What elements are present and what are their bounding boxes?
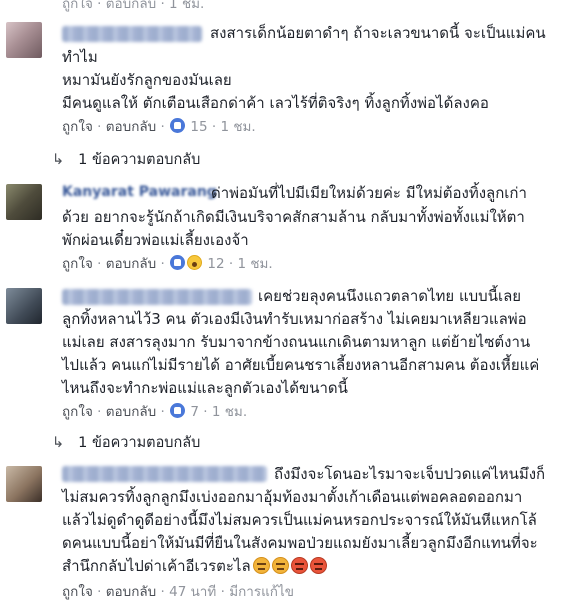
like-reaction-icon[interactable] bbox=[170, 403, 186, 418]
comment-text-line: ด้วย อยากจะรู้นักถ้าเกิดมีเงินบริจาคสักส… bbox=[62, 208, 525, 226]
comment-time[interactable]: 1 ชม. bbox=[212, 404, 247, 420]
comment-text-line: แล้วไม่ดูดำดูดีอย่างนี้มึงไม่สมควรเป็นแม… bbox=[62, 511, 537, 529]
angry-face-emoji-icon bbox=[252, 557, 270, 574]
like-link[interactable]: ถูกใจ bbox=[62, 119, 93, 135]
avatar[interactable] bbox=[6, 288, 42, 324]
angry-face-emoji-icon bbox=[271, 557, 289, 574]
comment-text-line: ลูกทิ้งหลานไว้3 คน ตัวเองมีเงินทำรับเหมา… bbox=[62, 310, 527, 328]
like-link[interactable]: ถูกใจ bbox=[62, 256, 93, 272]
reply-link[interactable]: ตอบกลับ bbox=[106, 584, 156, 600]
like-reaction-icon[interactable] bbox=[170, 255, 186, 270]
comment-time[interactable]: 1 ชม. bbox=[237, 256, 272, 272]
like-reaction-icon[interactable] bbox=[170, 118, 186, 133]
reply-arrow-icon: ↳ bbox=[52, 435, 65, 451]
comment-text-line-last: สำนึกกลับไปด่าเค้าอีเวรตะไล bbox=[62, 556, 327, 577]
comment-text-line: ไหนถึงจะทำกะพ่อแม่และลูกตัวเองได้ขนาดนี้ bbox=[62, 379, 348, 397]
comment-text-line: ไปแล้ว คนแก่ไม่มีรายได้ อาศัยเบี้ยคนชราเ… bbox=[62, 356, 540, 374]
comment-text-line: ถึงมึงจะโดนอะไรมาจะเจ็บปวดแค่ไหนมึงก็ bbox=[274, 465, 546, 483]
author-name-blurred[interactable] bbox=[62, 26, 202, 42]
reply-arrow-icon: ↳ bbox=[52, 152, 65, 168]
avatar[interactable] bbox=[6, 22, 42, 58]
author-name[interactable]: Kanyarat Pawarang bbox=[62, 184, 217, 200]
comment-text-line: เคยช่วยลุงคนนึงแถวตลาดไทย แบบนี้เลย bbox=[258, 287, 522, 305]
comment-text-line: ด่าพ่อมันที่ไปมีเมียใหม่ด้วยค่ะ มีใหม่ต้… bbox=[211, 184, 527, 202]
reaction-count[interactable]: 7 bbox=[190, 404, 199, 420]
comment-text-line: ทำไม bbox=[62, 48, 98, 66]
comment-text-line: ดคนแบบนี้อย่าให้มันมีที่ยืนในสังคมพอป่วย… bbox=[62, 534, 538, 552]
view-replies-link[interactable]: ↳ 1 ข้อความตอบกลับ bbox=[52, 148, 200, 171]
comment-text-line: สำนึกกลับไปด่าเค้าอีเวรตะไล bbox=[62, 557, 251, 575]
author-name-blurred[interactable] bbox=[62, 289, 252, 305]
reaction-count[interactable]: 15 bbox=[190, 119, 207, 135]
comment-actions: ถูกใจ · ตอบกลับ · 7 · 1 ชม. bbox=[62, 403, 248, 420]
like-link[interactable]: ถูกใจ bbox=[62, 404, 93, 420]
view-replies-link[interactable]: ↳ 1 ข้อความตอบกลับ bbox=[52, 431, 200, 454]
comment-time[interactable]: 47 นาที bbox=[169, 584, 216, 600]
reply-link[interactable]: ตอบกลับ bbox=[106, 404, 156, 420]
comment-actions: ถูกใจ · ตอบกลับ · 12 · 1 ชม. bbox=[62, 255, 273, 272]
replies-count-label[interactable]: 1 ข้อความตอบกลับ bbox=[78, 152, 200, 168]
like-link[interactable]: ถูกใจ bbox=[62, 584, 93, 600]
clipped-actions-row: ถูกใจ · ตอบกลับ · 1 ชม. bbox=[62, 0, 205, 12]
pouting-face-emoji-icon bbox=[309, 557, 327, 574]
edited-label[interactable]: มีการแก้ไข bbox=[229, 584, 294, 600]
wow-reaction-icon[interactable] bbox=[187, 255, 203, 270]
comment-text-line: พักผ่อนเดี๋ยวพ่อแม่เลี้ยงเองจ้า bbox=[62, 231, 249, 249]
avatar[interactable] bbox=[6, 184, 42, 220]
comment-text-line: ไม่สมควรทิ้งลูกลูกมึงเบ่งออกมาอุ้มท้องมา… bbox=[62, 488, 523, 506]
comment-text-line: แม่เลย สงสารลุงมาก รับมาจากข้างถนนแกเดิน… bbox=[62, 333, 531, 351]
author-name-blurred[interactable] bbox=[62, 466, 267, 482]
comment-actions: ถูกใจ · ตอบกลับ · 15 · 1 ชม. bbox=[62, 118, 256, 135]
comment-text-line: มีคนดูแลให้ ตักเตือนเสือกด่าค้า เลวไร้ที… bbox=[62, 94, 489, 112]
avatar[interactable] bbox=[6, 466, 42, 502]
comment-text-line: หมามันยังรักลูกของมันเลย bbox=[62, 71, 232, 89]
reply-link[interactable]: ตอบกลับ bbox=[106, 119, 156, 135]
reply-link[interactable]: ตอบกลับ bbox=[106, 256, 156, 272]
comment-text-line: สงสารเด็กน้อยตาดำๆ ถ้าจะเลวขนาดนี้ จะเป็… bbox=[210, 24, 546, 42]
comment-time[interactable]: 1 ชม. bbox=[220, 119, 255, 135]
pouting-face-emoji-icon bbox=[290, 557, 308, 574]
reaction-count[interactable]: 12 bbox=[207, 256, 224, 272]
replies-count-label[interactable]: 1 ข้อความตอบกลับ bbox=[78, 435, 200, 451]
comment-actions: ถูกใจ · ตอบกลับ · 47 นาที · มีการแก้ไข bbox=[62, 584, 294, 600]
